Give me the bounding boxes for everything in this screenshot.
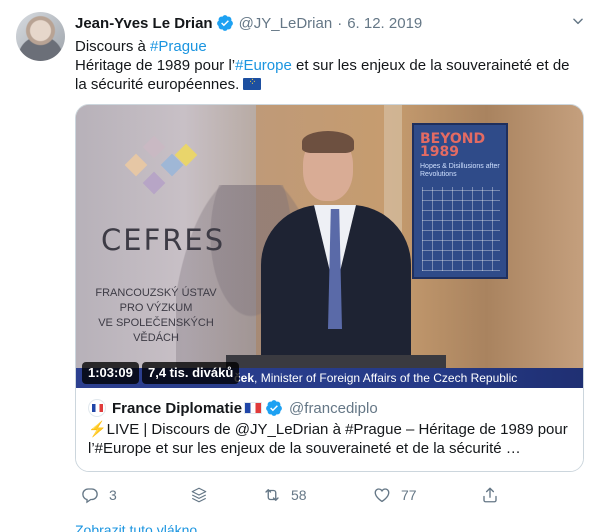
tweet-text: Discours à #Prague Héritage de 1989 pour… <box>75 37 585 94</box>
card-header: France Diplomatie @francediplo <box>88 398 573 418</box>
card-source-name: France Diplomatie <box>112 399 243 417</box>
hashtag-prague-link[interactable]: #Prague <box>150 38 207 55</box>
author-avatar[interactable] <box>16 12 65 61</box>
reply-icon <box>82 488 98 504</box>
french-flag-icon <box>244 402 263 414</box>
speaker-hair <box>302 131 354 153</box>
tweet-date[interactable]: 6. 12. 2019 <box>347 15 422 32</box>
retweet-icon <box>265 489 279 501</box>
cefres-logo-text: CEFRES <box>101 223 226 257</box>
retweet-count: 58 <box>291 487 307 503</box>
show-thread-link[interactable]: Zobrazit tuto vlákno <box>75 522 197 532</box>
poster-subtitle: Hopes & Disillusions after Revolutions <box>420 163 500 178</box>
cefres-subtitle-line: PRO VÝZKUM <box>119 302 193 314</box>
layers-button[interactable] <box>190 484 208 506</box>
tweet-header: Jean-Yves Le Drian @JY_LeDrian · 6. 12. … <box>75 13 422 33</box>
card-text: ⚡️LIVE | Discours de @JY_LeDrian à #Prag… <box>88 421 568 457</box>
verified-badge-icon <box>216 15 233 31</box>
video-player[interactable]: CEFRES FRANCOUZSKÝ ÚSTAV PRO VÝZKUM VE S… <box>76 105 583 388</box>
reply-button[interactable]: 3 <box>81 484 117 506</box>
quoted-video-card[interactable]: CEFRES FRANCOUZSKÝ ÚSTAV PRO VÝZKUM VE S… <box>75 104 584 472</box>
tweet[interactable]: Jean-Yves Le Drian @JY_LeDrian · 6. 12. … <box>0 0 606 532</box>
poster-title: BEYOND 1989 <box>420 131 486 160</box>
like-button[interactable]: 77 <box>373 484 417 506</box>
video-views-badge: 7,4 tis. diváků <box>142 362 240 384</box>
card-body[interactable]: France Diplomatie @francediplo ⚡️LIVE | … <box>76 388 583 471</box>
layers-icon <box>191 487 207 503</box>
reply-count: 3 <box>109 487 117 503</box>
like-count: 77 <box>401 487 417 503</box>
lower-third-text: ček, Minister of Foreign Affairs of the … <box>234 371 517 385</box>
header-separator: · <box>337 14 343 32</box>
video-duration-badge: 1:03:09 <box>82 362 139 384</box>
lower-third-role: , Minister of Foreign Affairs of the Cze… <box>254 371 518 385</box>
author-name[interactable]: Jean-Yves Le Drian <box>75 15 213 32</box>
eu-flag-icon <box>243 76 262 90</box>
author-handle[interactable]: @JY_LeDrian <box>239 15 333 32</box>
share-icon <box>483 487 497 503</box>
france-diplomatie-avatar <box>88 399 106 417</box>
verified-badge-icon <box>266 400 282 416</box>
retweet-button[interactable]: 58 <box>263 484 307 506</box>
event-poster: BEYOND 1989 Hopes & Disillusions after R… <box>412 123 508 279</box>
tweet-actions: 3 58 77 <box>75 484 505 506</box>
cefres-subtitle-line: VE SPOLEČENSKÝCH VĚDÁCH <box>98 317 214 344</box>
cefres-subtitle-line: FRANCOUZSKÝ ÚSTAV <box>95 287 217 299</box>
cefres-subtitle: FRANCOUZSKÝ ÚSTAV PRO VÝZKUM VE SPOLEČEN… <box>76 286 236 346</box>
hashtag-europe-link[interactable]: #Europe <box>235 57 292 74</box>
heart-icon <box>374 488 390 503</box>
more-options-chevron-icon[interactable] <box>567 10 589 32</box>
text-segment: Discours à <box>75 38 151 55</box>
card-source-handle: @francediplo <box>289 399 378 417</box>
poster-building-illustration <box>422 187 500 271</box>
text-segment: Héritage de 1989 pour l’ <box>75 57 236 74</box>
share-button[interactable] <box>481 484 499 506</box>
